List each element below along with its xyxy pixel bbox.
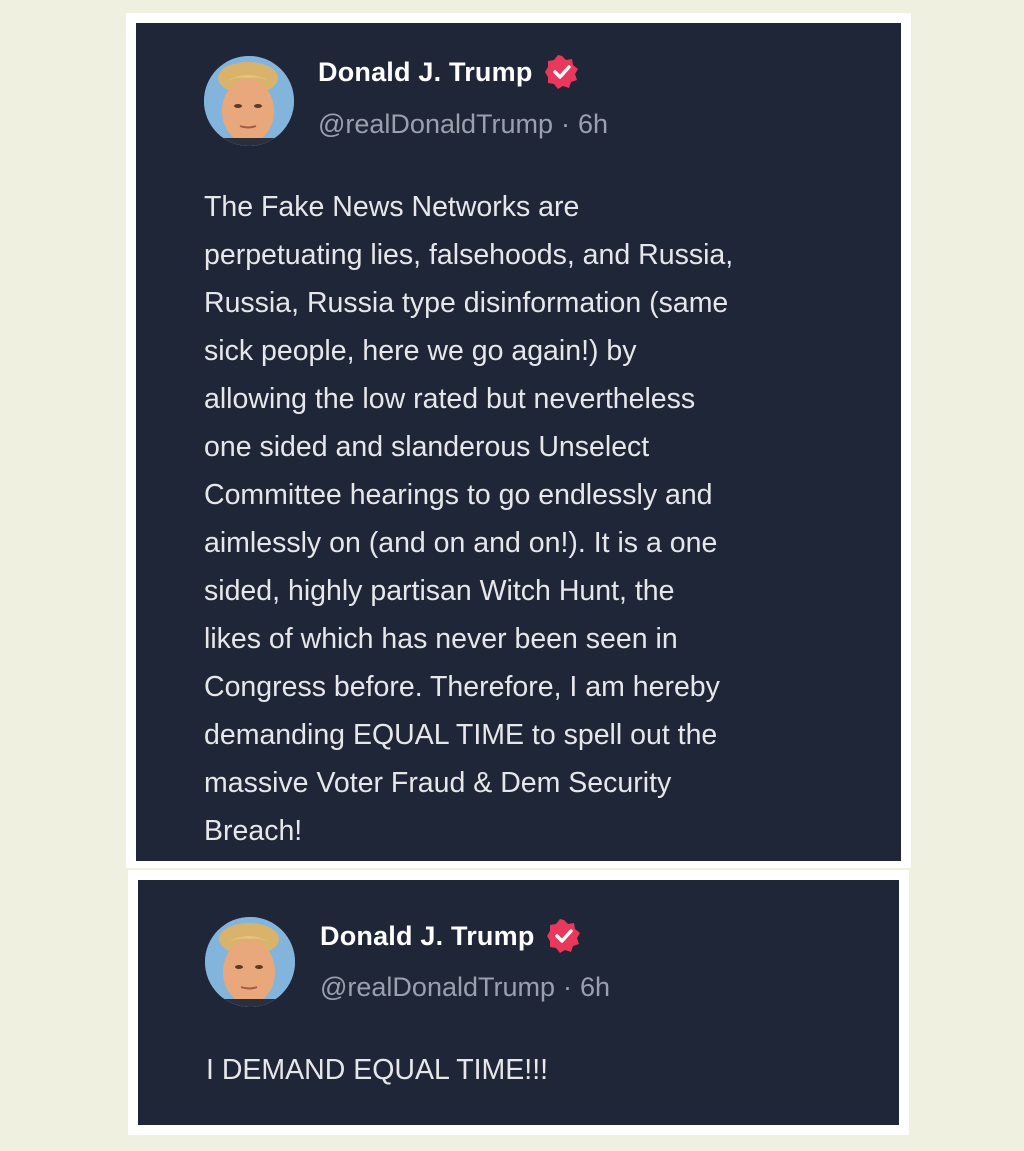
avatar[interactable] [205, 917, 295, 1007]
meta-separator: · [563, 972, 572, 1002]
display-name[interactable]: Donald J. Trump [318, 57, 533, 88]
post-meta: @realDonaldTrump · 6h [320, 972, 610, 1003]
post-body: The Fake News Networks are perpetuating … [204, 191, 734, 847]
author-row: Donald J. Trump [318, 55, 579, 89]
post-body: I DEMAND EQUAL TIME!!! [206, 1054, 549, 1086]
meta-separator: · [561, 109, 570, 139]
profile-photo-icon [205, 917, 295, 1007]
handle[interactable]: @realDonaldTrump [318, 109, 553, 139]
post-2[interactable]: Donald J. Trump @realDonaldTrump · 6h I DE… [138, 880, 899, 1125]
profile-photo-icon [204, 56, 294, 146]
post-1[interactable]: Donald J. Trump @realDonaldTrump · 6h The … [136, 23, 901, 861]
display-name[interactable]: Donald J. Trump [320, 921, 535, 952]
post-meta: @realDonaldTrump · 6h [318, 109, 608, 140]
handle[interactable]: @realDonaldTrump [320, 972, 555, 1002]
verified-badge-icon [546, 919, 581, 953]
timestamp[interactable]: 6h [578, 109, 608, 139]
timestamp[interactable]: 6h [580, 972, 610, 1002]
author-row: Donald J. Trump [320, 919, 581, 953]
verified-badge-icon [544, 55, 579, 89]
avatar[interactable] [204, 56, 294, 146]
